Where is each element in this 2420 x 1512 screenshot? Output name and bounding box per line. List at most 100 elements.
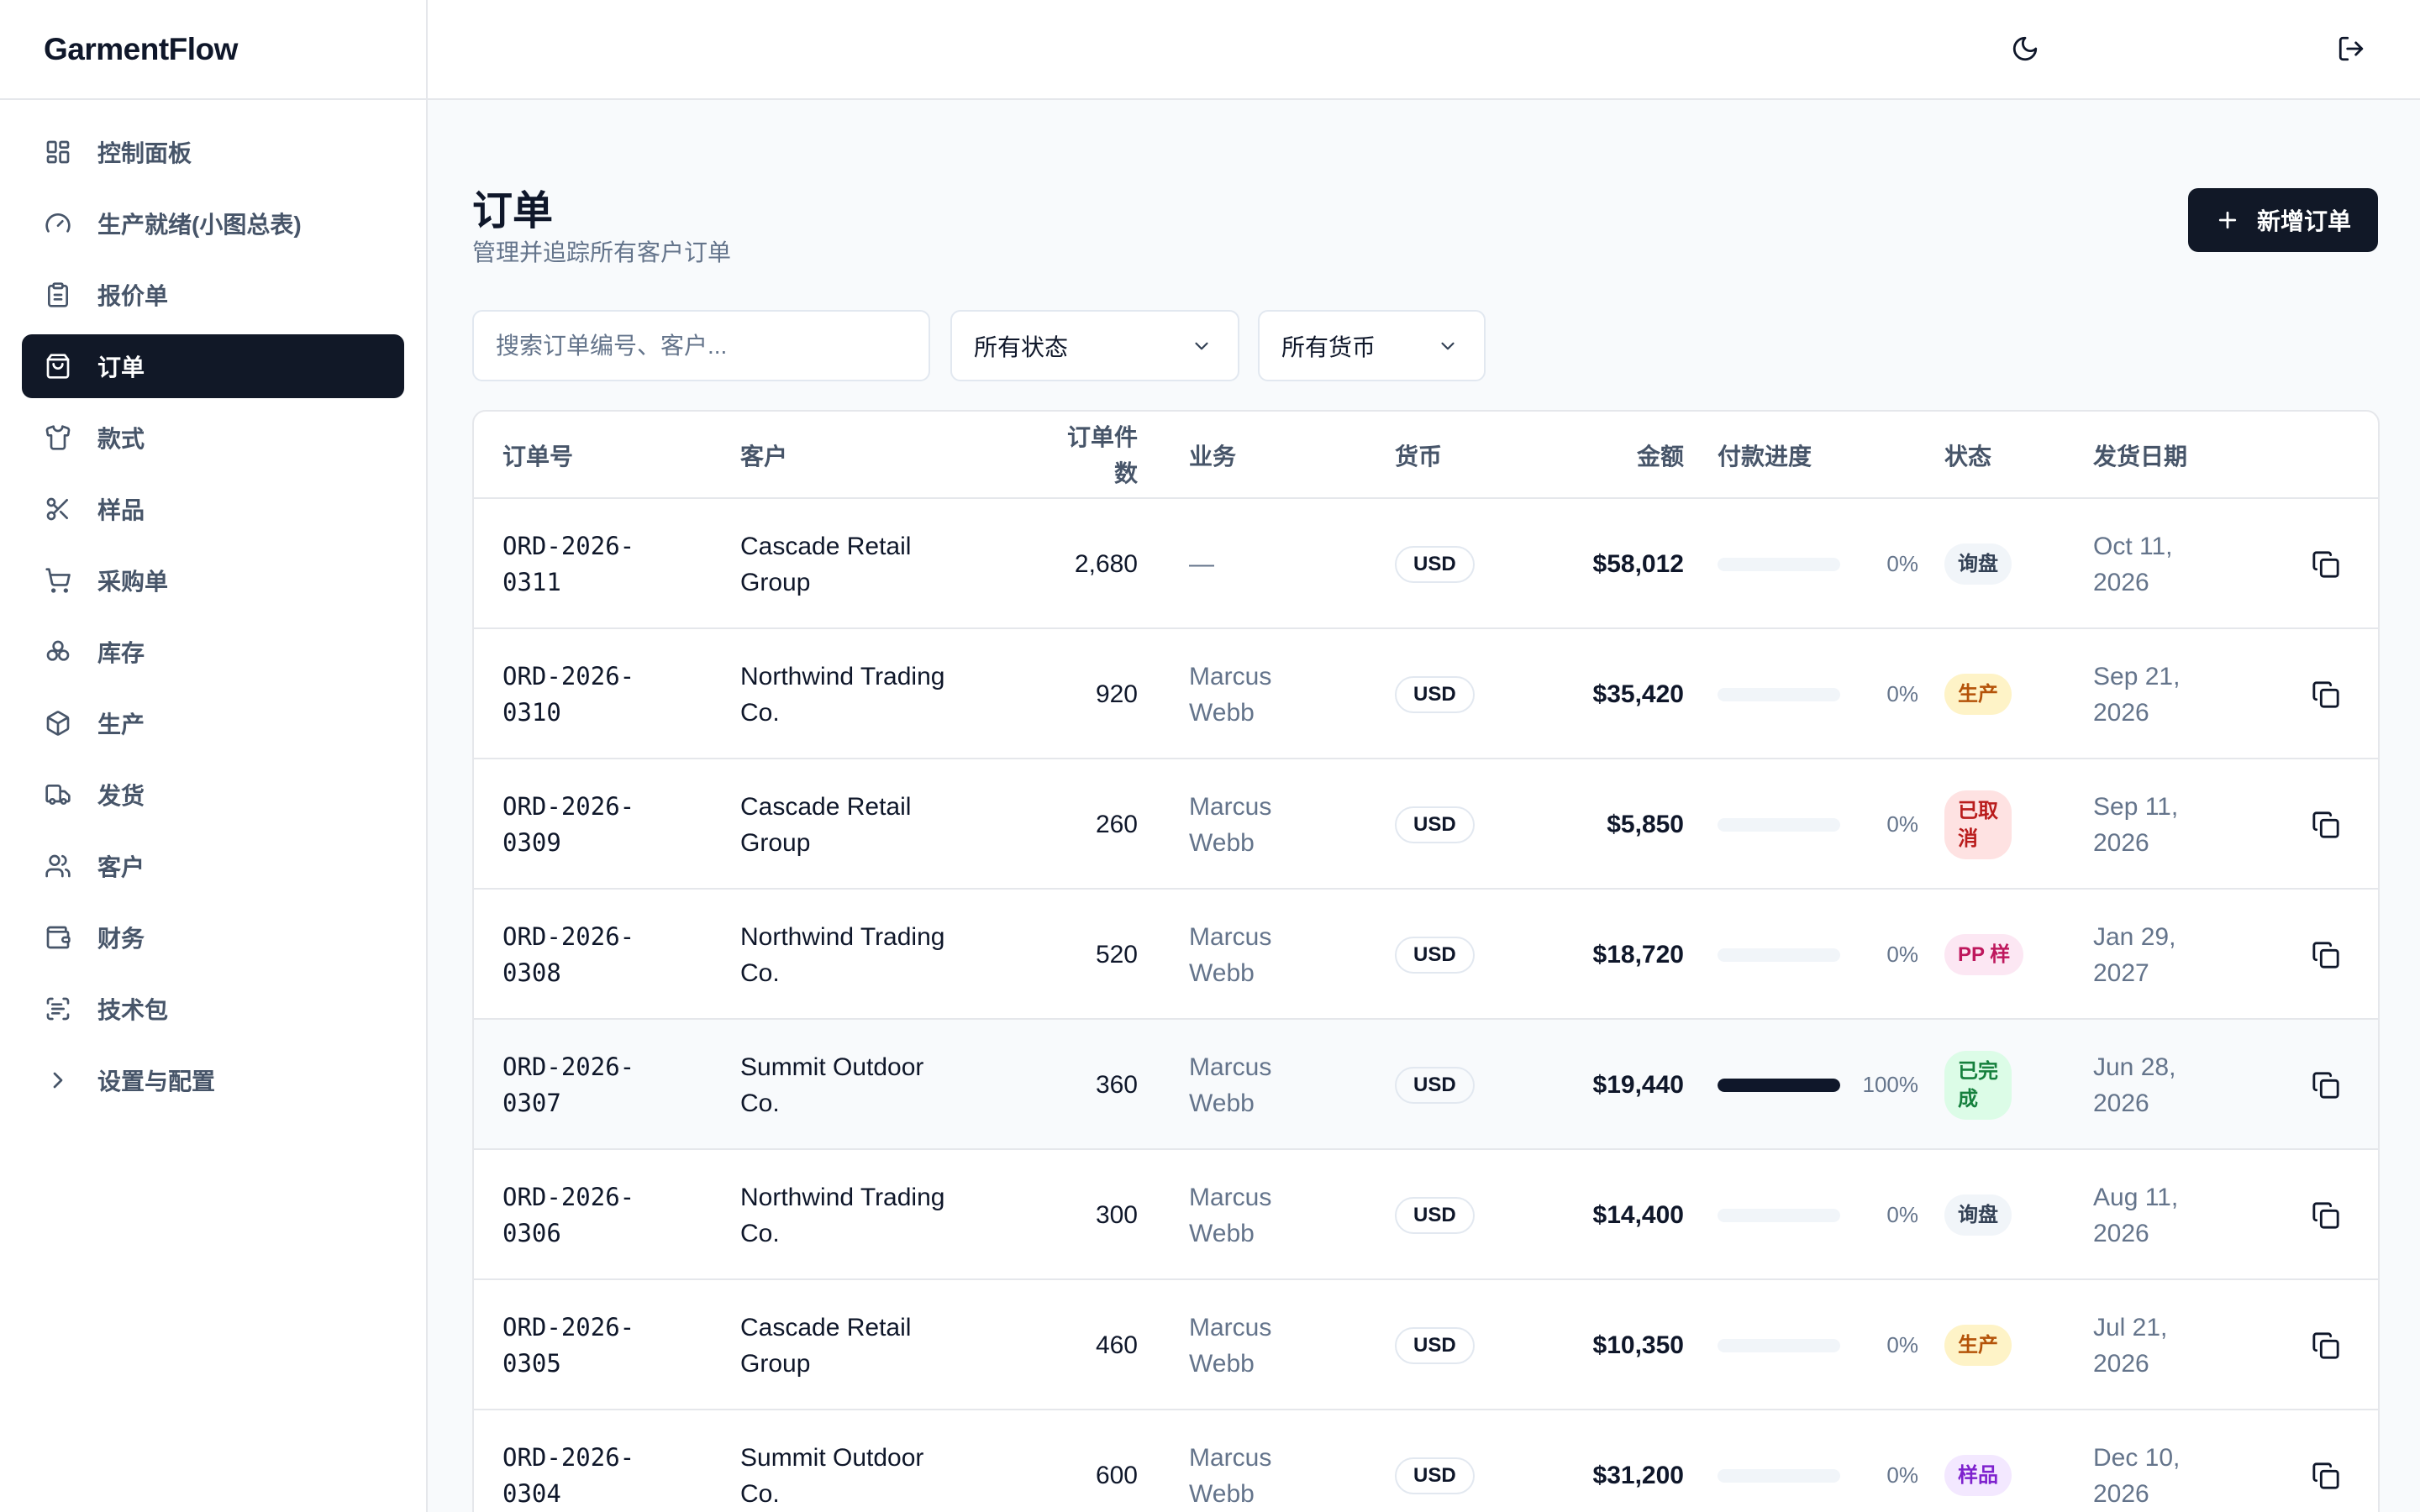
sidebar-item-2[interactable]: 报价单: [22, 263, 404, 327]
progress-percent: 0%: [1886, 1202, 1918, 1227]
sidebar-item-label: 库存: [97, 640, 145, 666]
copy-icon: [2312, 1201, 2340, 1230]
order-number[interactable]: ORD-2026- 0306: [502, 1150, 687, 1280]
progress-percent: 100%: [1862, 1072, 1919, 1097]
copy-icon: [2312, 1331, 2340, 1360]
ship-date: Dec 10, 2026: [2093, 1410, 2219, 1512]
business-line2: Webb: [1189, 958, 1255, 987]
sidebar-item-5[interactable]: 样品: [22, 477, 404, 541]
copy-order-button[interactable]: [2309, 1150, 2343, 1280]
currency-filter-select[interactable]: 所有货币: [1258, 310, 1486, 381]
new-order-button[interactable]: 新增订单: [2188, 188, 2378, 252]
logout-icon[interactable]: [2334, 32, 2368, 66]
table-row[interactable]: ORD-2026- 0309 Cascade Retail Group 260 Marcu…: [474, 759, 2378, 890]
progress-percent: 0%: [1886, 942, 1918, 967]
order-quantity: 600: [1095, 1461, 1138, 1489]
table-row[interactable]: ORD-2026- 0306 Northwind Trading Co. 300 Marc…: [474, 1150, 2378, 1280]
customer-line1: Summit Outdoor Co.: [740, 1053, 924, 1117]
brand-logo[interactable]: GarmentFlow: [0, 0, 426, 100]
sidebar-item-11[interactable]: 财务: [22, 906, 404, 969]
business-owner: Marcus Webb: [1189, 629, 1332, 759]
customer-line1: Northwind Trading: [740, 1183, 945, 1211]
sidebar-item-8[interactable]: 生产: [22, 691, 404, 755]
table-row[interactable]: ORD-2026- 0310 Northwind Trading Co. 920 Marc…: [474, 629, 2378, 759]
sidebar-item-label: 订单: [97, 354, 145, 381]
sidebar-item-13[interactable]: 设置与配置: [22, 1048, 404, 1112]
amount: $19,440: [1592, 1070, 1684, 1099]
order-quantity: 300: [1095, 1200, 1138, 1229]
sidebar-item-0[interactable]: 控制面板: [22, 120, 404, 184]
col-quantity-line1: 订单件: [1066, 424, 1138, 450]
order-number[interactable]: ORD-2026- 0307: [502, 1020, 687, 1150]
page-title: 订单: [472, 189, 554, 234]
copy-icon: [2312, 1462, 2340, 1490]
col-ship-date[interactable]: 发货日期: [2093, 412, 2187, 499]
sidebar-item-label: 采购单: [97, 569, 169, 595]
status-filter-value: 所有状态: [974, 333, 1069, 360]
ship-date: Jul 21, 2026: [2093, 1280, 2219, 1410]
business-owner: Marcus Webb: [1189, 1150, 1332, 1280]
customer-name: Northwind Trading Co.: [740, 890, 959, 1020]
status-filter-select[interactable]: 所有状态: [950, 310, 1239, 381]
order-number[interactable]: ORD-2026- 0304: [502, 1410, 687, 1512]
col-status[interactable]: 状态: [1944, 412, 1991, 499]
status-line2: 消: [1958, 827, 1978, 850]
copy-order-button[interactable]: [2309, 499, 2343, 629]
sidebar-item-12[interactable]: 技术包: [22, 977, 404, 1041]
page-subtitle: 管理并追踪所有客户订单: [472, 239, 732, 265]
payment-progress: 100%: [1684, 1020, 1918, 1150]
copy-order-button[interactable]: [2309, 629, 2343, 759]
order-number[interactable]: ORD-2026- 0305: [502, 1280, 687, 1410]
sidebar-item-3[interactable]: 订单: [22, 334, 404, 398]
payment-progress: 0%: [1684, 629, 1918, 759]
copy-order-button[interactable]: [2309, 1020, 2343, 1150]
sidebar-item-4[interactable]: 款式: [22, 406, 404, 470]
table-row[interactable]: ORD-2026- 0308 Northwind Trading Co. 520 Marc…: [474, 890, 2378, 1020]
table-row[interactable]: ORD-2026- 0305 Cascade Retail Group 460 Marcu…: [474, 1280, 2378, 1410]
ship-date: Sep 11, 2026: [2093, 759, 2219, 890]
col-customer[interactable]: 客户: [740, 412, 787, 499]
chevron-right-icon: [44, 1066, 72, 1095]
order-number[interactable]: ORD-2026- 0310: [502, 629, 687, 759]
sidebar-item-label: 款式: [97, 426, 145, 452]
copy-order-button[interactable]: [2309, 1280, 2343, 1410]
search-input[interactable]: [472, 310, 930, 381]
col-business[interactable]: 业务: [1189, 412, 1236, 499]
col-quantity[interactable]: 订单件 数: [1045, 412, 1138, 499]
copy-order-button[interactable]: [2309, 890, 2343, 1020]
customer-line2: Group: [740, 828, 811, 857]
table-row[interactable]: ORD-2026- 0311 Cascade Retail Group 2,680— US…: [474, 499, 2378, 629]
payment-progress: 0%: [1684, 759, 1918, 890]
table-row[interactable]: ORD-2026- 0304 Summit Outdoor Co. 600 Marcus…: [474, 1410, 2378, 1512]
sidebar-item-1[interactable]: 生产就绪(小图总表): [22, 192, 404, 255]
wallet-icon: [44, 923, 72, 952]
moon-icon[interactable]: [2008, 32, 2042, 66]
copy-order-button[interactable]: [2309, 759, 2343, 890]
sidebar-item-6[interactable]: 采购单: [22, 549, 404, 612]
customer-line2: Co.: [740, 698, 780, 727]
order-number-line1: ORD-2026-: [502, 1052, 635, 1081]
order-number[interactable]: ORD-2026- 0311: [502, 499, 687, 629]
table-row[interactable]: ORD-2026- 0307 Summit Outdoor Co. 360 Marcus…: [474, 1020, 2378, 1150]
ship-date-line1: Jan 29,: [2093, 922, 2176, 951]
topbar: [428, 0, 2420, 100]
sidebar-nav: 控制面板生产就绪(小图总表) 报价单订单款式样品采购单库存生产发货客户财务技术包设…: [0, 100, 426, 1140]
ship-date: Jun 28, 2026: [2093, 1020, 2219, 1150]
table-header: 订单号 客户 订单件 数 业务 货币 金额 付款进度 状态 发货日期: [474, 412, 2378, 499]
order-number[interactable]: ORD-2026- 0309: [502, 759, 687, 890]
status-line2: 成: [1958, 1087, 1978, 1110]
col-amount[interactable]: 金额: [1432, 412, 1684, 499]
ship-date-line2: 2026: [2093, 828, 2149, 857]
copy-order-button[interactable]: [2309, 1410, 2343, 1512]
orders-table: 订单号 客户 订单件 数 业务 货币 金额 付款进度 状态 发货日期 ORD-2…: [472, 410, 2380, 1512]
col-order-no[interactable]: 订单号: [502, 412, 573, 499]
order-number-line2: 0306: [502, 1218, 561, 1247]
sidebar-item-7[interactable]: 库存: [22, 620, 404, 684]
business-line2: Webb: [1189, 1219, 1255, 1247]
order-number[interactable]: ORD-2026- 0308: [502, 890, 687, 1020]
customer-line1: Cascade Retail: [740, 532, 912, 560]
sidebar-item-10[interactable]: 客户: [22, 834, 404, 898]
ship-date-line1: Dec 10,: [2093, 1443, 2181, 1472]
col-payment-progress[interactable]: 付款进度: [1718, 412, 1812, 499]
sidebar-item-9[interactable]: 发货: [22, 763, 404, 827]
